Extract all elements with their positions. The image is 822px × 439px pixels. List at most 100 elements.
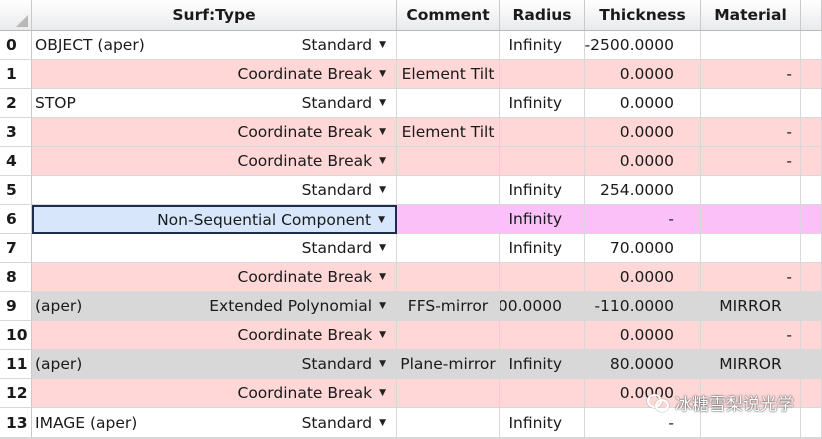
surface-type-selector[interactable]: Standard ▼ [302, 36, 392, 54]
surface-type-cell[interactable]: OBJECT (aper) Standard ▼ [32, 31, 397, 60]
comment-cell[interactable]: FFS-mirror [397, 292, 500, 321]
row-number[interactable]: 0 [0, 31, 32, 60]
thickness-cell[interactable]: - [585, 205, 701, 234]
dropdown-arrow-icon[interactable]: ▼ [379, 185, 386, 195]
dropdown-arrow-icon[interactable]: ▼ [379, 388, 386, 398]
comment-cell[interactable] [397, 321, 500, 350]
dropdown-arrow-icon[interactable]: ▼ [379, 156, 386, 166]
column-header-comment[interactable]: Comment [397, 0, 500, 31]
comment-cell[interactable] [397, 89, 500, 118]
dropdown-arrow-icon[interactable]: ▼ [379, 418, 386, 428]
material-cell[interactable] [701, 379, 801, 408]
thickness-cell[interactable]: -110.0000 [585, 292, 701, 321]
comment-cell[interactable] [397, 263, 500, 292]
comment-cell[interactable]: Element Tilt [397, 60, 500, 89]
radius-cell[interactable]: Infinity [500, 89, 585, 118]
radius-cell[interactable] [500, 321, 585, 350]
thickness-cell[interactable]: 0.0000 [585, 379, 701, 408]
radius-cell[interactable]: Infinity [500, 31, 585, 60]
surface-type-cell[interactable]: (aper) Standard ▼ [32, 350, 397, 379]
surface-type-selector[interactable]: Standard ▼ [302, 414, 392, 432]
row-number[interactable]: 10 [0, 321, 32, 350]
extra-cell[interactable] [801, 321, 822, 350]
column-header-material[interactable]: Material [701, 0, 801, 31]
material-cell[interactable] [701, 408, 801, 438]
column-header-radius[interactable]: Radius [500, 0, 585, 31]
thickness-cell[interactable]: 0.0000 [585, 147, 701, 176]
surface-type-cell[interactable]: Standard ▼ [32, 176, 397, 205]
dropdown-arrow-icon[interactable]: ▼ [379, 243, 386, 253]
radius-cell[interactable]: Infinity [500, 176, 585, 205]
comment-cell[interactable]: Plane-mirror [397, 350, 500, 379]
surface-type-selector[interactable]: Coordinate Break ▼ [238, 123, 393, 141]
thickness-cell[interactable]: 0.0000 [585, 118, 701, 147]
row-number[interactable]: 13 [0, 408, 32, 438]
dropdown-arrow-icon[interactable]: ▼ [379, 330, 386, 340]
surface-type-selector[interactable]: Coordinate Break ▼ [238, 384, 393, 402]
extra-cell[interactable] [801, 176, 822, 205]
surface-type-cell[interactable]: STOP Standard ▼ [32, 89, 397, 118]
comment-cell[interactable] [397, 379, 500, 408]
row-number[interactable]: 8 [0, 263, 32, 292]
surface-type-selector[interactable]: Standard ▼ [302, 181, 392, 199]
extra-cell[interactable] [801, 408, 822, 438]
column-header-thickness[interactable]: Thickness [585, 0, 701, 31]
radius-cell[interactable]: Infinity [500, 350, 585, 379]
radius-cell[interactable] [500, 118, 585, 147]
thickness-cell[interactable]: - [585, 408, 701, 438]
surface-type-cell[interactable]: Standard ▼ [32, 234, 397, 263]
radius-cell[interactable] [500, 60, 585, 89]
material-cell[interactable] [701, 89, 801, 118]
dropdown-arrow-icon[interactable]: ▼ [379, 127, 386, 137]
surface-type-selector[interactable]: Coordinate Break ▼ [238, 152, 393, 170]
surface-type-selector[interactable]: Coordinate Break ▼ [238, 65, 393, 83]
thickness-cell[interactable]: 80.0000 [585, 350, 701, 379]
dropdown-arrow-icon[interactable]: ▼ [378, 215, 385, 225]
material-cell[interactable]: - [701, 263, 801, 292]
radius-cell[interactable] [500, 147, 585, 176]
surface-type-cell[interactable]: Coordinate Break ▼ [32, 118, 397, 147]
material-cell[interactable] [701, 176, 801, 205]
extra-cell[interactable] [801, 31, 822, 60]
radius-cell[interactable] [500, 379, 585, 408]
surface-type-selector[interactable]: Non-Sequential Component ▼ [157, 211, 391, 229]
material-cell[interactable] [701, 205, 801, 234]
extra-cell[interactable] [801, 60, 822, 89]
surface-type-cell[interactable]: IMAGE (aper) Standard ▼ [32, 408, 397, 438]
row-number[interactable]: 6 [0, 205, 32, 234]
material-cell[interactable] [701, 31, 801, 60]
material-cell[interactable] [701, 234, 801, 263]
radius-cell[interactable]: Infinity [500, 408, 585, 438]
row-number[interactable]: 7 [0, 234, 32, 263]
surface-type-cell[interactable]: Coordinate Break ▼ [32, 321, 397, 350]
column-header-extra[interactable] [801, 0, 822, 31]
thickness-cell[interactable]: -2500.0000 [585, 31, 701, 60]
dropdown-arrow-icon[interactable]: ▼ [379, 69, 386, 79]
material-cell[interactable]: MIRROR [701, 292, 801, 321]
dropdown-arrow-icon[interactable]: ▼ [379, 301, 386, 311]
column-header-surf-type[interactable]: Surf:Type [32, 0, 397, 31]
row-number[interactable]: 1 [0, 60, 32, 89]
radius-cell[interactable]: Infinity [500, 205, 585, 234]
thickness-cell[interactable]: 0.0000 [585, 89, 701, 118]
extra-cell[interactable] [801, 118, 822, 147]
comment-cell[interactable] [397, 408, 500, 438]
comment-cell[interactable]: Element Tilt [397, 118, 500, 147]
surface-type-cell[interactable]: Coordinate Break ▼ [32, 379, 397, 408]
comment-cell[interactable] [397, 31, 500, 60]
material-cell[interactable]: - [701, 118, 801, 147]
extra-cell[interactable] [801, 234, 822, 263]
material-cell[interactable]: - [701, 60, 801, 89]
radius-cell[interactable]: -600.0000 [500, 292, 585, 321]
surface-type-cell[interactable]: Non-Sequential Component ▼ [32, 205, 397, 234]
extra-cell[interactable] [801, 147, 822, 176]
extra-cell[interactable] [801, 89, 822, 118]
row-number[interactable]: 2 [0, 89, 32, 118]
dropdown-arrow-icon[interactable]: ▼ [379, 40, 386, 50]
row-number[interactable]: 12 [0, 379, 32, 408]
radius-cell[interactable] [500, 263, 585, 292]
comment-cell[interactable] [397, 176, 500, 205]
row-number[interactable]: 4 [0, 147, 32, 176]
dropdown-arrow-icon[interactable]: ▼ [379, 359, 386, 369]
thickness-cell[interactable]: 0.0000 [585, 263, 701, 292]
